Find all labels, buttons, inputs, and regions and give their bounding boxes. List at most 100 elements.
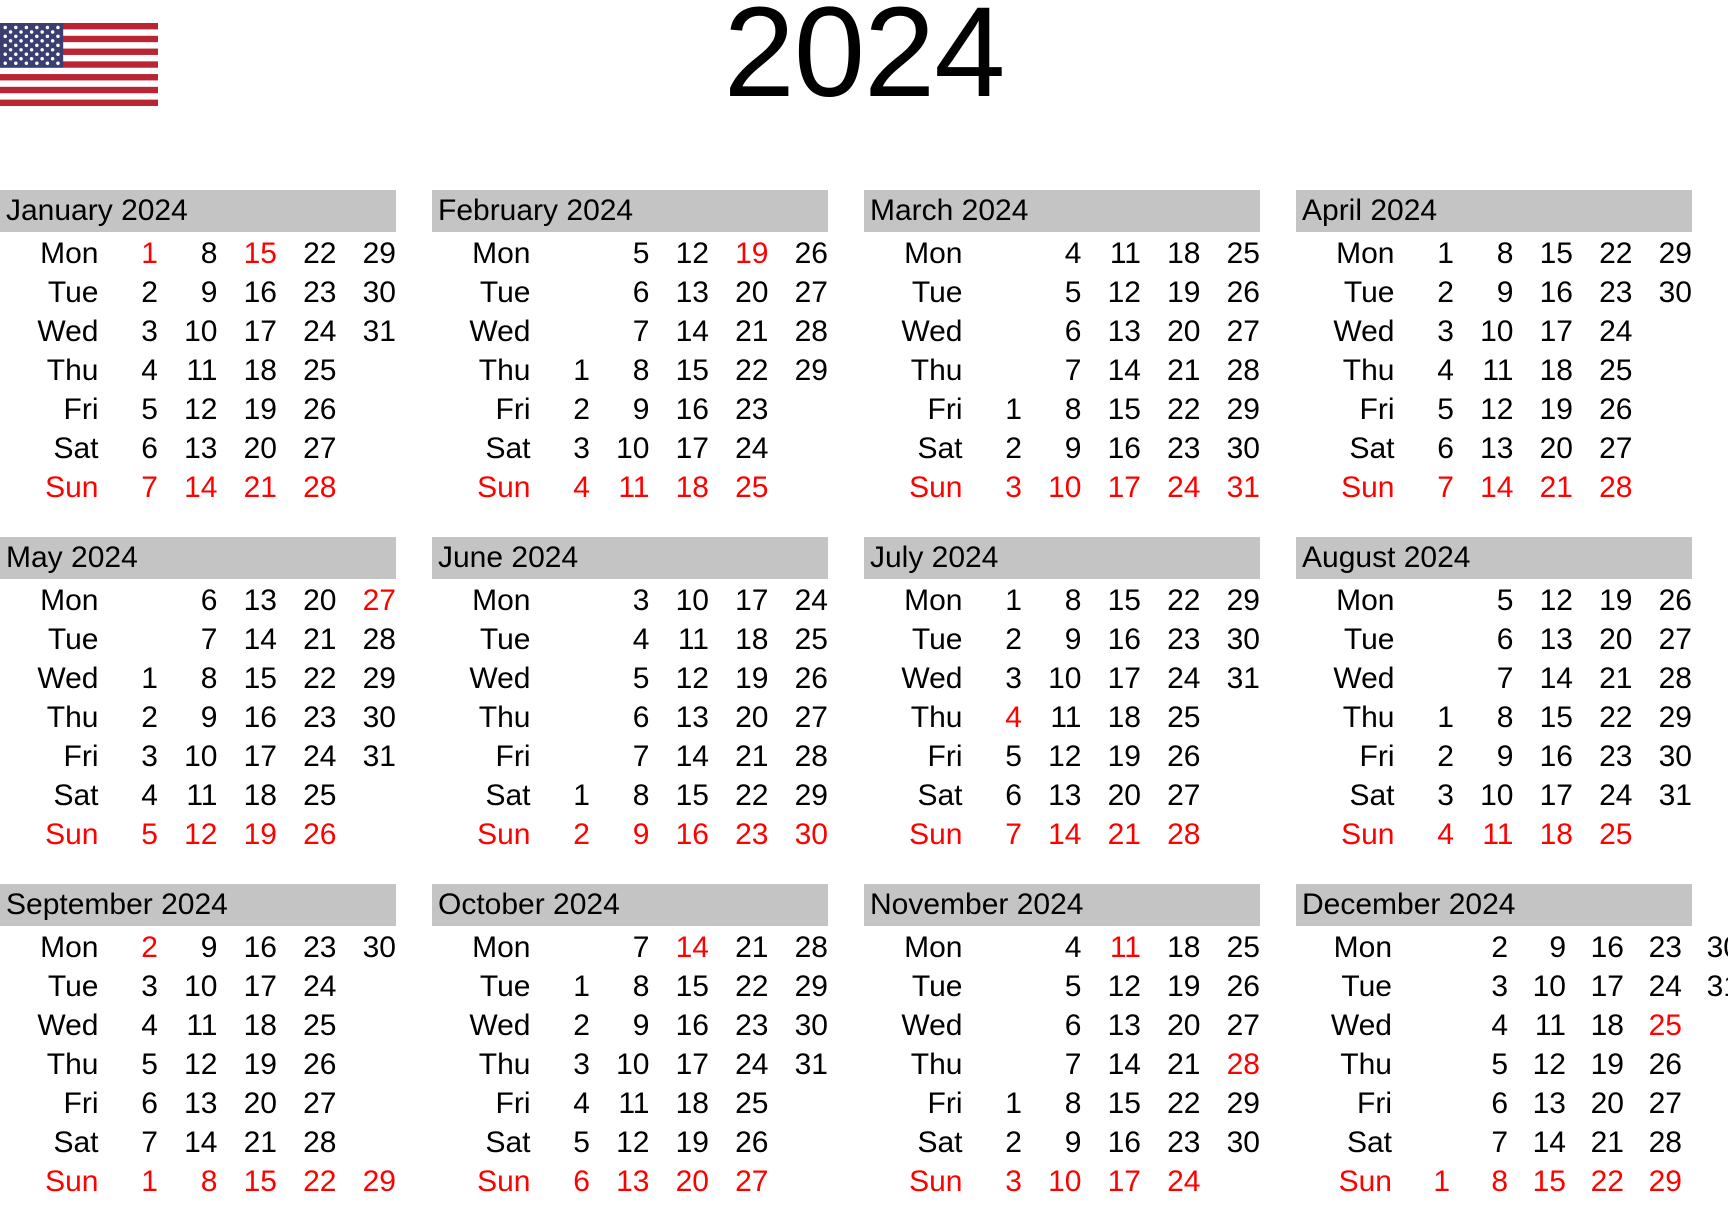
- day-cell[interactable]: 11: [1454, 815, 1513, 854]
- day-cell[interactable]: 6: [590, 273, 650, 312]
- day-cell[interactable]: 7: [1394, 468, 1454, 507]
- day-cell[interactable]: 3: [530, 1045, 590, 1084]
- day-cell[interactable]: 31: [768, 1045, 828, 1084]
- day-cell[interactable]: 8: [1454, 234, 1514, 273]
- day-cell[interactable]: 9: [590, 390, 650, 429]
- day-cell[interactable]: 24: [1141, 659, 1200, 698]
- day-cell[interactable]: 28: [1632, 659, 1692, 698]
- day-cell[interactable]: 19: [1566, 1045, 1624, 1084]
- day-cell[interactable]: 29: [1200, 1084, 1260, 1123]
- day-cell[interactable]: 7: [590, 737, 650, 776]
- day-cell[interactable]: 4: [530, 1084, 590, 1123]
- day-cell[interactable]: 15: [1513, 698, 1573, 737]
- day-cell[interactable]: 9: [1508, 928, 1566, 967]
- day-cell[interactable]: 28: [768, 312, 828, 351]
- day-cell[interactable]: 19: [217, 1045, 277, 1084]
- day-cell[interactable]: 10: [1454, 312, 1513, 351]
- day-cell[interactable]: 17: [1513, 776, 1573, 815]
- day-cell[interactable]: 22: [277, 234, 336, 273]
- day-cell[interactable]: 17: [649, 429, 709, 468]
- day-cell[interactable]: 30: [1200, 620, 1260, 659]
- day-cell[interactable]: 30: [1200, 1123, 1260, 1162]
- day-cell[interactable]: 6: [1450, 1084, 1508, 1123]
- day-cell[interactable]: 1: [530, 351, 590, 390]
- day-cell[interactable]: 13: [158, 1084, 217, 1123]
- day-cell[interactable]: 4: [1450, 1006, 1508, 1045]
- day-cell[interactable]: 11: [158, 1006, 217, 1045]
- day-cell[interactable]: 5: [98, 815, 158, 854]
- day-cell[interactable]: 3: [962, 1162, 1022, 1201]
- day-cell[interactable]: 16: [1081, 429, 1141, 468]
- day-cell[interactable]: 7: [98, 1123, 158, 1162]
- day-cell[interactable]: 27: [1200, 1006, 1260, 1045]
- day-cell[interactable]: 26: [1141, 737, 1200, 776]
- day-cell[interactable]: 28: [1141, 815, 1200, 854]
- day-cell[interactable]: 30: [768, 1006, 828, 1045]
- day-cell[interactable]: 14: [1022, 815, 1081, 854]
- day-cell[interactable]: 18: [1513, 351, 1573, 390]
- day-cell[interactable]: 11: [1081, 234, 1141, 273]
- day-cell[interactable]: 7: [158, 620, 218, 659]
- day-cell[interactable]: 26: [768, 234, 828, 273]
- day-cell[interactable]: 31: [1682, 967, 1728, 1006]
- day-cell[interactable]: 22: [1141, 390, 1200, 429]
- day-cell[interactable]: 11: [590, 468, 649, 507]
- day-cell[interactable]: 10: [1022, 468, 1081, 507]
- day-cell[interactable]: 12: [1454, 390, 1513, 429]
- day-cell[interactable]: 30: [1632, 737, 1692, 776]
- day-cell[interactable]: 17: [649, 1045, 709, 1084]
- day-cell[interactable]: 20: [649, 1162, 709, 1201]
- day-cell[interactable]: 13: [1022, 776, 1081, 815]
- day-cell[interactable]: 10: [158, 967, 217, 1006]
- day-cell[interactable]: 29: [336, 234, 396, 273]
- day-cell[interactable]: 5: [590, 659, 650, 698]
- day-cell[interactable]: 5: [1022, 967, 1082, 1006]
- day-cell[interactable]: 28: [1200, 351, 1260, 390]
- day-cell[interactable]: 21: [1573, 659, 1632, 698]
- day-cell[interactable]: 17: [1081, 659, 1141, 698]
- day-cell[interactable]: 30: [1632, 273, 1692, 312]
- day-cell[interactable]: 21: [1513, 468, 1573, 507]
- day-cell[interactable]: 28: [1624, 1123, 1682, 1162]
- day-cell[interactable]: 15: [217, 234, 277, 273]
- day-cell[interactable]: 15: [217, 1162, 277, 1201]
- day-cell[interactable]: 14: [1454, 468, 1513, 507]
- day-cell[interactable]: 29: [1200, 390, 1260, 429]
- day-cell[interactable]: 1: [98, 1162, 158, 1201]
- day-cell[interactable]: 6: [590, 698, 650, 737]
- day-cell[interactable]: 8: [590, 967, 650, 1006]
- day-cell[interactable]: 6: [1022, 312, 1082, 351]
- day-cell[interactable]: 22: [277, 1162, 336, 1201]
- day-cell[interactable]: 4: [962, 698, 1022, 737]
- day-cell[interactable]: 17: [217, 967, 277, 1006]
- day-cell[interactable]: 5: [1022, 273, 1082, 312]
- day-cell[interactable]: 14: [649, 928, 709, 967]
- day-cell[interactable]: 18: [649, 1084, 709, 1123]
- day-cell[interactable]: 22: [277, 659, 336, 698]
- day-cell[interactable]: 28: [277, 468, 336, 507]
- day-cell[interactable]: 4: [590, 620, 650, 659]
- day-cell[interactable]: 14: [1081, 351, 1141, 390]
- day-cell[interactable]: 8: [1454, 698, 1514, 737]
- day-cell[interactable]: 14: [649, 737, 709, 776]
- day-cell[interactable]: 2: [962, 1123, 1022, 1162]
- day-cell[interactable]: 17: [217, 737, 277, 776]
- day-cell[interactable]: 1: [962, 1084, 1022, 1123]
- day-cell[interactable]: 13: [1508, 1084, 1566, 1123]
- day-cell[interactable]: 28: [336, 620, 396, 659]
- day-cell[interactable]: 6: [530, 1162, 590, 1201]
- day-cell[interactable]: 10: [1022, 1162, 1081, 1201]
- day-cell[interactable]: 21: [217, 1123, 277, 1162]
- day-cell[interactable]: 30: [336, 928, 396, 967]
- day-cell[interactable]: 4: [98, 776, 158, 815]
- day-cell[interactable]: 22: [709, 967, 768, 1006]
- day-cell[interactable]: 25: [1141, 698, 1200, 737]
- day-cell[interactable]: 12: [158, 390, 217, 429]
- day-cell[interactable]: 29: [1632, 698, 1692, 737]
- day-cell[interactable]: 2: [1394, 273, 1454, 312]
- day-cell[interactable]: 27: [277, 429, 336, 468]
- day-cell[interactable]: 2: [98, 698, 158, 737]
- day-cell[interactable]: 3: [1394, 776, 1454, 815]
- day-cell[interactable]: 3: [1394, 312, 1454, 351]
- day-cell[interactable]: 27: [1624, 1084, 1682, 1123]
